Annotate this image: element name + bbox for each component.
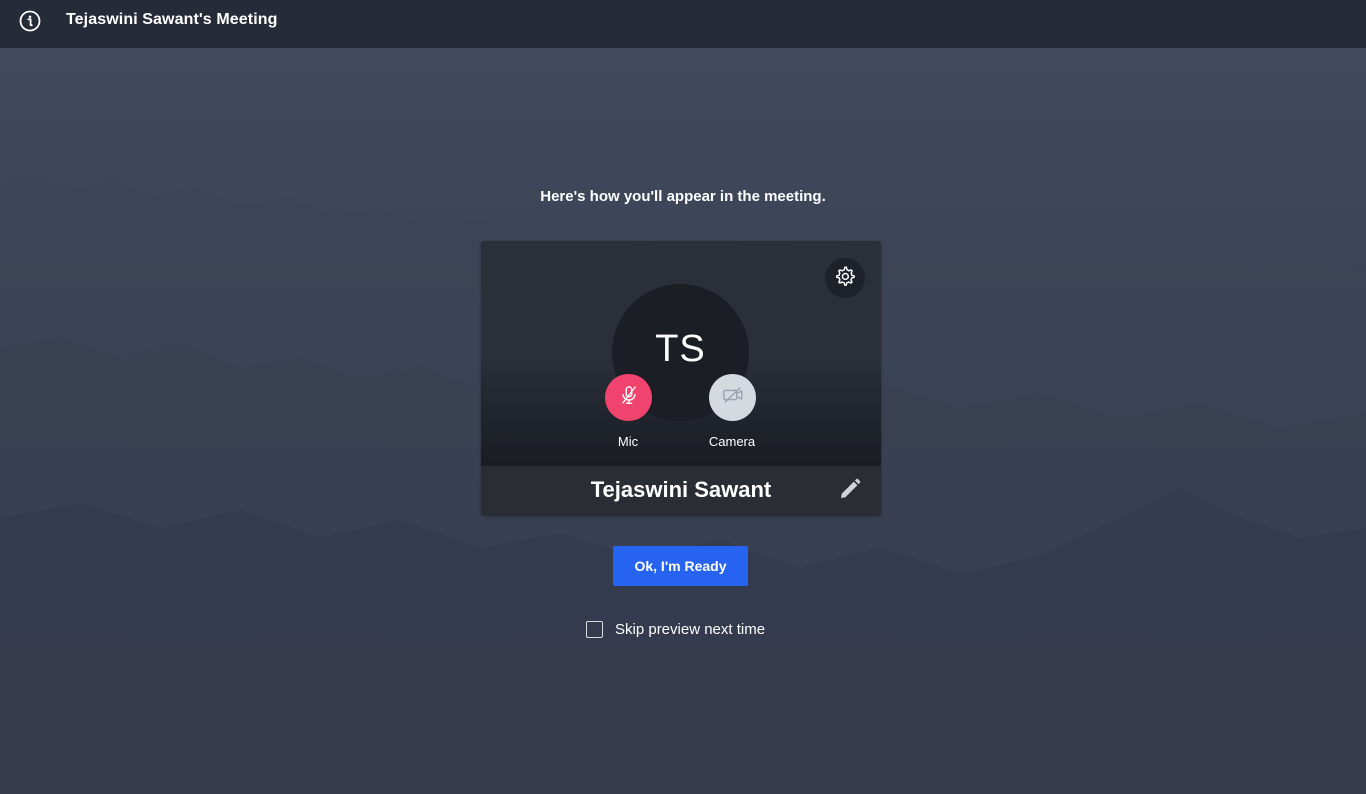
skip-preview-label: Skip preview next time xyxy=(615,620,766,638)
video-preview: TS Mic Camera xyxy=(481,241,881,466)
meeting-title: Tejaswini Sawant's Meeting xyxy=(66,11,278,28)
settings-button[interactable] xyxy=(825,258,865,298)
video-off-icon xyxy=(721,384,745,411)
mic-label: Mic xyxy=(617,434,639,449)
avatar-initials: TS xyxy=(655,328,706,370)
mic-toggle-button[interactable] xyxy=(605,374,652,421)
mic-off-icon xyxy=(618,384,640,411)
edit-name-button[interactable] xyxy=(836,477,864,505)
info-icon[interactable] xyxy=(19,10,41,32)
name-bar: Tejaswini Sawant xyxy=(481,466,881,516)
top-bar: Tejaswini Sawant's Meeting xyxy=(0,0,1366,48)
preview-card: TS Mic Camera Tejaswini Sawant xyxy=(481,241,881,516)
pencil-icon xyxy=(838,477,862,506)
preview-headline: Here's how you'll appear in the meeting. xyxy=(540,188,826,205)
skip-preview-option[interactable]: Skip preview next time xyxy=(586,618,765,640)
participant-name: Tejaswini Sawant xyxy=(590,477,772,502)
skip-preview-checkbox[interactable] xyxy=(586,620,603,638)
ready-button[interactable]: Ok, I'm Ready xyxy=(613,546,748,586)
camera-toggle-button[interactable] xyxy=(709,374,756,421)
gear-icon xyxy=(834,265,856,292)
camera-label: Camera xyxy=(708,434,756,449)
